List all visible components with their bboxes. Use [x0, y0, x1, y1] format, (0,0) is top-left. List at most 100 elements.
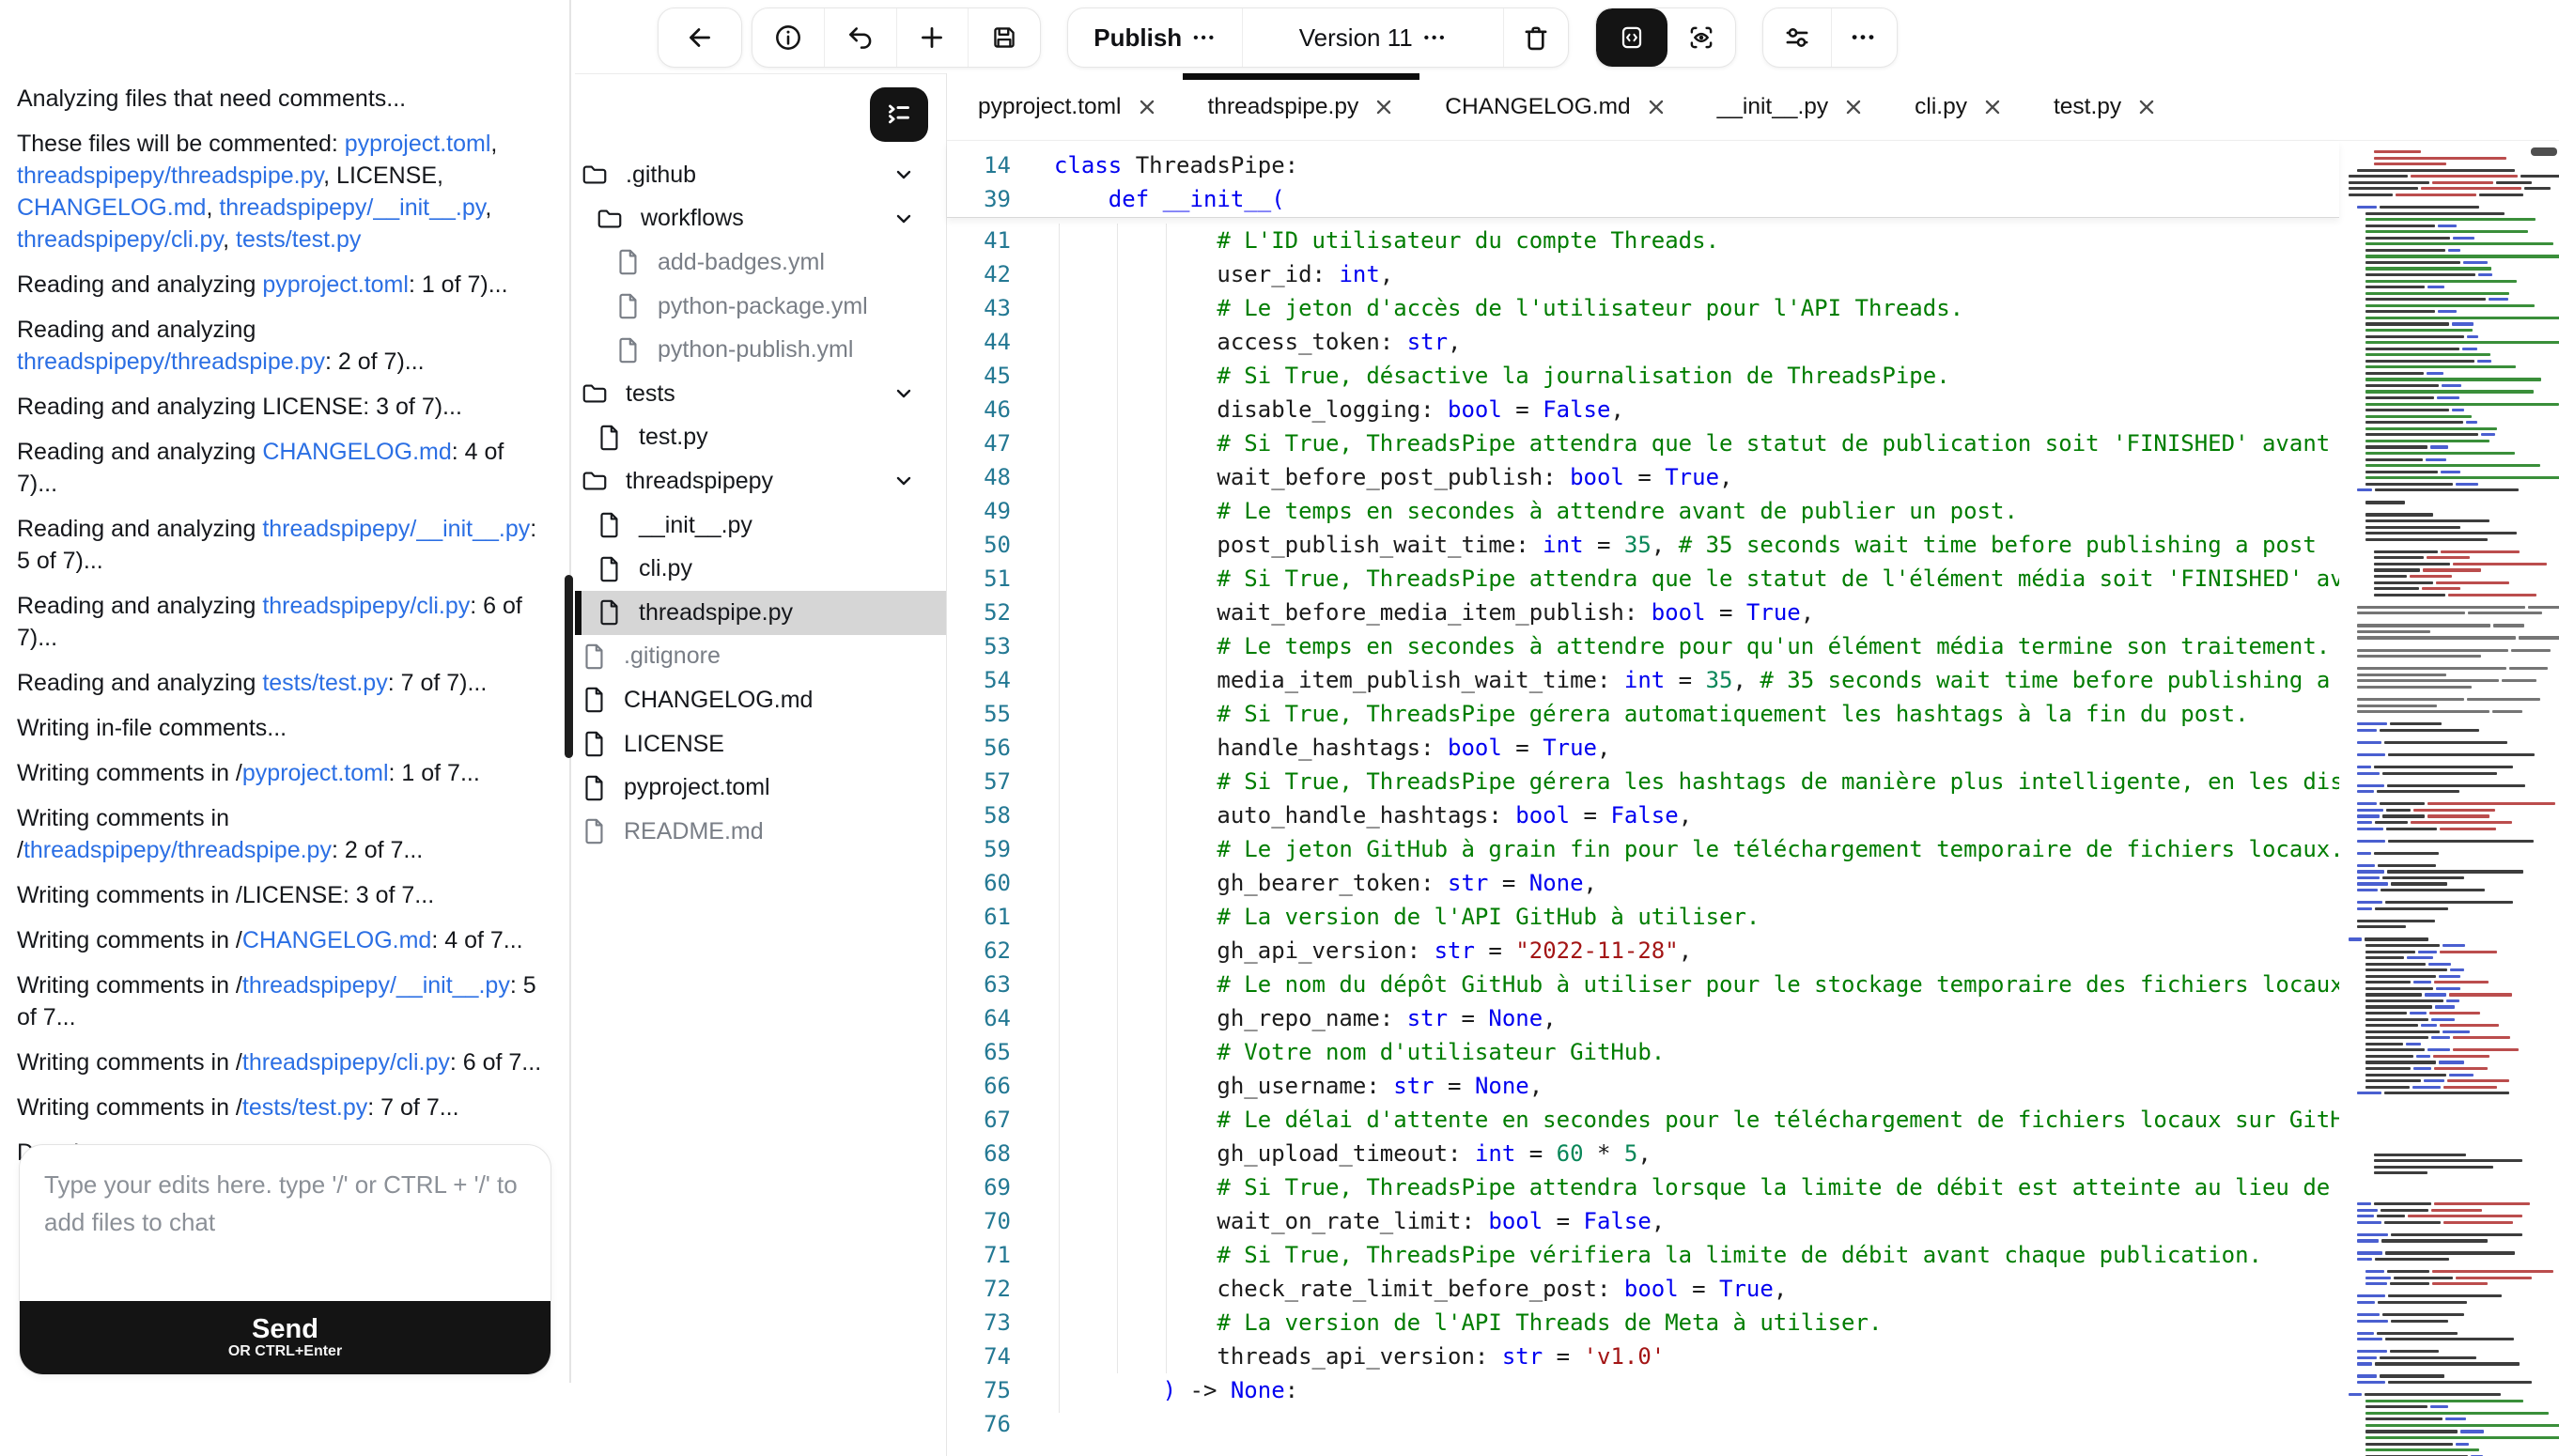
close-icon[interactable]	[2136, 97, 2157, 117]
tree-item-threadspipepy[interactable]: threadspipepy	[575, 459, 946, 503]
chat-text: Writing comments in /	[17, 972, 242, 999]
settings-sliders-button[interactable]	[1763, 8, 1831, 67]
version-button[interactable]: Version 11 •••	[1242, 8, 1503, 67]
minimap-line	[2374, 587, 2460, 590]
tab-test-py[interactable]: test.py	[2028, 73, 2182, 140]
chevron-down-icon[interactable]	[892, 163, 916, 187]
tree-item-changelog-md[interactable]: CHANGELOG.md	[575, 678, 946, 722]
close-icon[interactable]	[1373, 97, 1394, 117]
code-text: # Si True, ThreadsPipe gérera automatiqu…	[1054, 701, 2249, 727]
code-line: 70 wait_on_rate_limit: bool = False,	[947, 1204, 2339, 1238]
editor-scrollbar-thumb[interactable]	[2531, 147, 2557, 156]
minimap-line	[2357, 206, 2479, 209]
tree-item-threadspipe-py[interactable]: threadspipe.py	[575, 591, 962, 635]
file-tree-toggle-button[interactable]	[870, 87, 928, 142]
minimap-line	[2365, 483, 2478, 486]
publish-more-icon[interactable]: •••	[1193, 30, 1217, 46]
file-link[interactable]: pyproject.toml	[345, 131, 491, 157]
minimap-line	[2365, 292, 2509, 295]
close-icon[interactable]	[1646, 97, 1667, 117]
close-icon[interactable]	[1137, 97, 1157, 117]
minimap[interactable]	[2339, 146, 2559, 1456]
save-button[interactable]	[968, 8, 1040, 67]
line-number: 55	[947, 701, 1011, 727]
undo-button[interactable]	[824, 8, 896, 67]
file-link[interactable]: threadspipepy/__init__.py	[219, 194, 485, 221]
minimap-line	[2365, 212, 2505, 215]
minimap-line	[2365, 1443, 2469, 1446]
file-link[interactable]: threadspipepy/__init__.py	[242, 972, 510, 999]
tree-item-add-badges-yml[interactable]: add-badges.yml	[575, 240, 946, 285]
file-link[interactable]: threadspipepy/__init__.py	[262, 516, 530, 542]
code-line: 44 access_token: str,	[947, 325, 2339, 359]
publish-button[interactable]: Publish •••	[1068, 8, 1242, 67]
file-link[interactable]: CHANGELOG.md	[242, 927, 431, 953]
chevron-down-icon[interactable]	[892, 381, 916, 406]
chat-text: ,	[206, 194, 219, 221]
tree-item-tests[interactable]: tests	[575, 372, 946, 416]
tree-item-license[interactable]: LICENSE	[575, 722, 946, 767]
tree-item--gitignore[interactable]: .gitignore	[575, 635, 946, 679]
add-button[interactable]	[896, 8, 969, 67]
chevron-down-icon[interactable]	[892, 469, 916, 493]
chat-scrollbar-thumb[interactable]	[565, 575, 573, 758]
close-icon[interactable]	[1982, 97, 2003, 117]
minimap-line	[2374, 575, 2452, 578]
file-link[interactable]: threadspipepy/cli.py	[17, 226, 223, 253]
code-view-button[interactable]	[1596, 8, 1667, 67]
tree-item-python-package-yml[interactable]: python-package.yml	[575, 285, 946, 329]
tab--init-py[interactable]: __init__.py	[1692, 73, 1890, 140]
chat-message: These files will be commented: pyproject…	[17, 128, 543, 256]
file-link[interactable]: CHANGELOG.md	[17, 194, 206, 221]
tree-item-pyproject-toml[interactable]: pyproject.toml	[575, 766, 946, 810]
line-number: 68	[947, 1140, 1011, 1167]
file-link[interactable]: pyproject.toml	[242, 760, 389, 786]
send-button[interactable]: Send OR CTRL+Enter	[20, 1301, 551, 1374]
file-link[interactable]: tests/test.py	[242, 1094, 367, 1121]
file-icon	[614, 248, 641, 276]
minimap-line	[2365, 415, 2472, 418]
file-link[interactable]: threadspipepy/cli.py	[262, 593, 470, 619]
chat-message: Reading and analyzing threadspipepy/cli.…	[17, 590, 543, 654]
info-button[interactable]	[752, 8, 824, 67]
chat-input[interactable]: Type your edits here. type '/' or CTRL +…	[20, 1145, 551, 1241]
file-link[interactable]: CHANGELOG.md	[262, 439, 451, 465]
chevron-down-icon[interactable]	[892, 207, 916, 231]
file-link[interactable]: tests/test.py	[236, 226, 361, 253]
more-button[interactable]: •••	[1831, 8, 1897, 67]
preview-button[interactable]	[1667, 8, 1735, 67]
tab-threadspipe-py[interactable]: threadspipe.py	[1183, 73, 1420, 140]
tree-item-readme-md[interactable]: README.md	[575, 810, 946, 854]
delete-version-button[interactable]	[1503, 8, 1568, 67]
tab-pyproject-toml[interactable]: pyproject.toml	[953, 73, 1183, 140]
file-link[interactable]: pyproject.toml	[262, 271, 409, 298]
code-editor[interactable]: 41 # L'ID utilisateur du compte Threads.…	[947, 218, 2339, 1456]
file-link[interactable]: threadspipepy/threadspipe.py	[23, 837, 332, 863]
minimap-line	[2365, 956, 2433, 959]
minimap-line	[2365, 360, 2491, 363]
back-button[interactable]	[659, 8, 741, 67]
file-link[interactable]: threadspipepy/threadspipe.py	[17, 349, 325, 375]
minimap-line	[2365, 329, 2473, 332]
file-link[interactable]: threadspipepy/cli.py	[242, 1049, 450, 1076]
folder-icon	[581, 379, 609, 408]
tree-item--github[interactable]: .github	[575, 153, 946, 197]
tree-item-cli-py[interactable]: cli.py	[575, 547, 946, 591]
minimap-line	[2365, 464, 2540, 467]
file-link[interactable]: tests/test.py	[262, 670, 387, 696]
tab-changelog-md[interactable]: CHANGELOG.md	[1419, 73, 1691, 140]
tree-item--init-py[interactable]: __init__.py	[575, 503, 946, 548]
code-text: gh_repo_name: str = None,	[1054, 1005, 1557, 1031]
trash-icon	[1519, 21, 1553, 54]
version-more-icon[interactable]: •••	[1424, 30, 1448, 46]
tree-item-workflows[interactable]: workflows	[575, 197, 946, 241]
chat-message: Reading and analyzing threadspipepy/thre…	[17, 314, 543, 378]
tree-item-python-publish-yml[interactable]: python-publish.yml	[575, 328, 946, 372]
close-icon[interactable]	[1843, 97, 1864, 117]
code-text: # L'ID utilisateur du compte Threads.	[1054, 227, 1719, 254]
code-line: 76	[947, 1407, 2339, 1441]
file-link[interactable]: threadspipepy/threadspipe.py	[17, 163, 323, 189]
tree-item-label: tests	[626, 380, 675, 408]
tab-cli-py[interactable]: cli.py	[1889, 73, 2028, 140]
tree-item-test-py[interactable]: test.py	[575, 416, 946, 460]
